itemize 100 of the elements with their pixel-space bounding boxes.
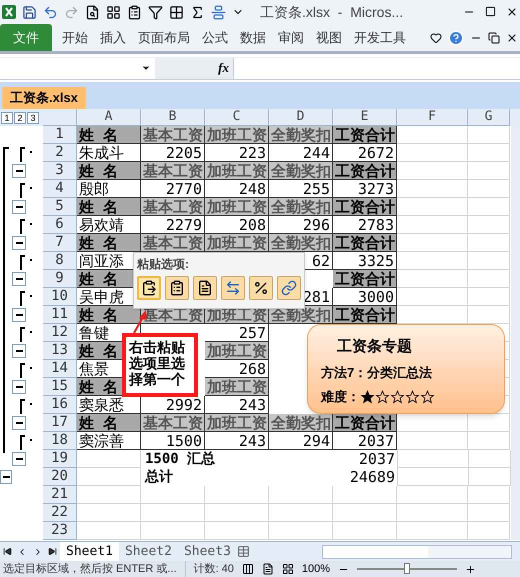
collapse-button[interactable]: [12, 380, 26, 394]
paste-option-button[interactable]: [165, 276, 189, 300]
row-number[interactable]: 3: [43, 162, 77, 180]
ribbon-tab[interactable]: 页面布局: [138, 28, 190, 48]
table-cell: 248: [205, 180, 269, 198]
row-number[interactable]: 18: [43, 432, 77, 450]
page-layout-icon[interactable]: [262, 563, 274, 575]
paste-option-button[interactable]: [137, 276, 161, 300]
row-number[interactable]: 13: [43, 342, 77, 360]
collapse-button[interactable]: [12, 452, 26, 466]
file-tab[interactable]: 文件: [0, 24, 52, 51]
table-cell: 易欢靖: [77, 216, 141, 234]
sheet-tab[interactable]: Sheet3: [178, 542, 237, 562]
row-number[interactable]: 5: [43, 198, 77, 216]
horizontal-scrollbar[interactable]: [322, 544, 512, 558]
align-icon[interactable]: [211, 4, 226, 20]
column-title-cell: 加班工资: [205, 198, 269, 216]
row-number[interactable]: 9: [43, 270, 77, 288]
save-icon[interactable]: [22, 4, 37, 20]
row-number[interactable]: 15: [43, 378, 77, 396]
outline-level-button[interactable]: 1: [1, 112, 13, 124]
summary-label: 1500 汇总: [145, 450, 216, 468]
sheet-tab[interactable]: Sheet2: [118, 542, 178, 562]
table-cell: 296: [269, 216, 333, 234]
zoom-in-icon[interactable]: [465, 564, 476, 574]
outline-level-button[interactable]: 2: [14, 112, 26, 124]
insert-function-button[interactable]: fx: [218, 58, 229, 78]
ribbon-tab[interactable]: 公式: [202, 28, 228, 48]
row-number[interactable]: 12: [43, 324, 77, 342]
workbook-tab[interactable]: 工资条.xlsx: [2, 87, 86, 109]
row-number[interactable]: 20: [43, 468, 77, 486]
collapse-button[interactable]: [12, 236, 26, 250]
window-title: 工资条.xlsx - Micros...: [260, 2, 404, 22]
table-cell: 223: [205, 144, 269, 162]
clipboard-icon[interactable]: [127, 4, 142, 20]
collapse-button[interactable]: [12, 164, 26, 178]
print-preview-icon[interactable]: [85, 4, 100, 20]
column-title-cell: 姓 名: [77, 198, 141, 216]
close-icon[interactable]: [506, 32, 518, 44]
row-number[interactable]: 2: [43, 144, 77, 162]
table-cell: 294: [269, 432, 333, 450]
column-title-cell: 全勤奖扣: [269, 126, 333, 144]
row-number[interactable]: 23: [43, 522, 77, 540]
help-icon[interactable]: [448, 30, 464, 46]
insert-sheet-icon[interactable]: [236, 545, 250, 558]
ribbon-tab[interactable]: 插入: [100, 28, 126, 48]
first-sheet-icon[interactable]: [2, 547, 12, 556]
table-cell: 1500: [141, 432, 205, 450]
collapse-button[interactable]: [12, 308, 26, 322]
collapse-button[interactable]: [12, 344, 26, 358]
collapse-button[interactable]: [0, 470, 12, 484]
page-break-icon[interactable]: [282, 563, 294, 575]
sheet-tab[interactable]: Sheet1: [60, 542, 119, 562]
row-number[interactable]: 19: [43, 450, 77, 468]
undo-icon[interactable]: [43, 4, 58, 20]
zoom-thumb[interactable]: [404, 563, 410, 574]
collapse-button[interactable]: [12, 272, 26, 286]
sum-icon[interactable]: [190, 4, 205, 20]
outline-level-button[interactable]: 3: [27, 112, 39, 124]
paste-option-button[interactable]: [249, 276, 273, 300]
maximize-icon[interactable]: [485, 6, 496, 17]
table-cell: 2037: [333, 432, 397, 450]
borders-icon[interactable]: [169, 4, 184, 20]
filter-icon[interactable]: [148, 4, 163, 20]
column-title-cell: 姓 名: [77, 126, 141, 144]
zoom-reading: 100%: [302, 562, 330, 577]
formula-input[interactable]: [233, 58, 520, 78]
paste-values-icon: [169, 280, 185, 296]
column-title-cell: 姓 名: [77, 162, 141, 180]
row-number[interactable]: 22: [43, 504, 77, 522]
restore-icon[interactable]: [488, 32, 500, 44]
row-number[interactable]: 17: [43, 414, 77, 432]
row-number[interactable]: 11: [43, 306, 77, 324]
ribbon-tab[interactable]: 开始: [62, 28, 88, 48]
row-number[interactable]: 8: [43, 252, 77, 270]
close-icon[interactable]: [506, 6, 518, 18]
column-title-cell: 姓 名: [77, 306, 141, 324]
row-number[interactable]: 4: [43, 180, 77, 198]
ribbon-tab[interactable]: 数据: [240, 28, 266, 48]
normal-view-icon[interactable]: [242, 563, 254, 575]
table-cell: 3325: [333, 252, 397, 270]
collapse-button[interactable]: [12, 416, 26, 430]
ribbon-tab[interactable]: 视图: [316, 28, 342, 48]
ribbon-tab[interactable]: 开发工具: [354, 28, 406, 48]
row-number[interactable]: 21: [43, 486, 77, 504]
paste-option-button[interactable]: [193, 276, 217, 300]
row-number[interactable]: 7: [43, 234, 77, 252]
row-number[interactable]: 6: [43, 216, 77, 234]
row-number[interactable]: 16: [43, 396, 77, 414]
layout-icon[interactable]: [106, 4, 121, 20]
row-number[interactable]: 14: [43, 360, 77, 378]
ribbon-tab[interactable]: 审阅: [278, 28, 304, 48]
empty-star-icon: [405, 390, 420, 404]
row-number[interactable]: 10: [43, 288, 77, 306]
vertical-scrollbar[interactable]: [511, 126, 520, 540]
heart-icon[interactable]: [430, 32, 442, 44]
collapse-button[interactable]: [12, 200, 26, 214]
last-sheet-icon[interactable]: [48, 547, 58, 556]
row-number[interactable]: 1: [43, 126, 77, 144]
spreadsheet-app-icon[interactable]: [2, 5, 16, 19]
